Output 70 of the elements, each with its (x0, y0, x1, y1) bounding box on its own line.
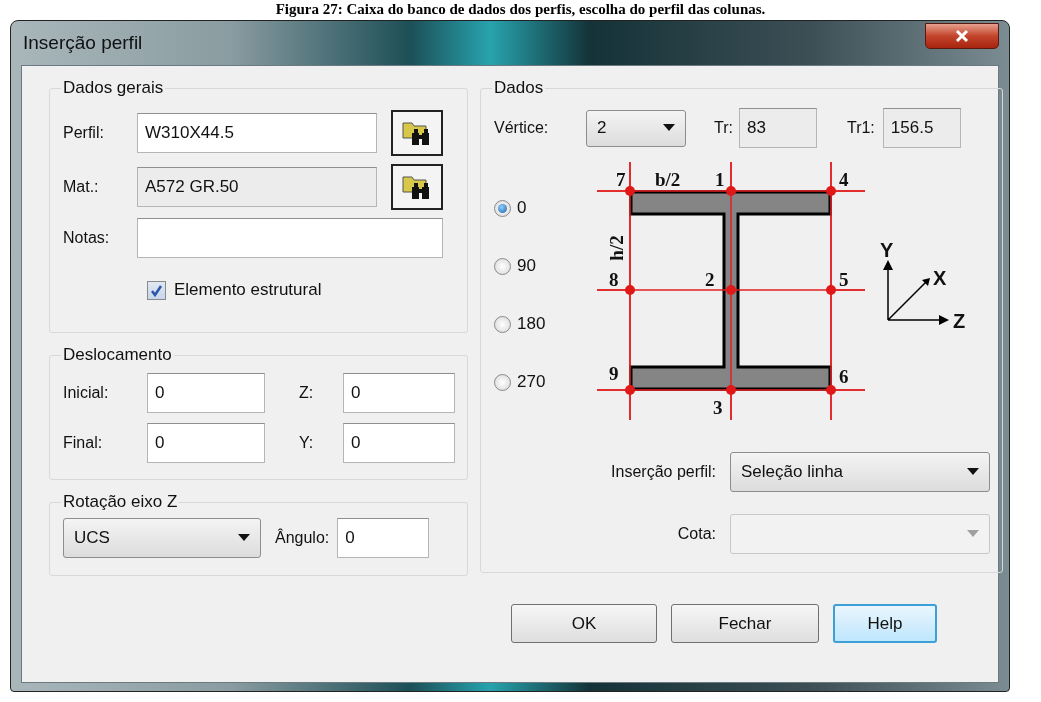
text-field[interactable]: 0 (343, 373, 455, 413)
field-label: Vértice: (494, 119, 550, 137)
text-field[interactable]: W310X44.5 (137, 113, 377, 153)
checkbox[interactable] (147, 280, 166, 300)
dropdown-arrow-icon (967, 468, 979, 476)
diagram-label: 8 (609, 269, 619, 290)
field-label: Y: (298, 434, 315, 452)
radio-option[interactable]: 180 (494, 314, 599, 334)
diagram-label: 4 (839, 169, 849, 190)
folder-binoculars-icon (402, 173, 432, 201)
field-label: Inserção perfil: (610, 463, 717, 481)
group-title: Deslocamento (62, 345, 173, 365)
axes-drawing (883, 260, 949, 325)
dialog-button[interactable]: OK (511, 604, 657, 643)
group-title: Dados (493, 78, 545, 98)
diagram-label: 6 (839, 366, 849, 387)
radio-button[interactable] (494, 199, 511, 217)
radio-button[interactable] (494, 373, 511, 391)
window-title: Inserção perfil (22, 32, 143, 54)
close-icon (955, 29, 969, 43)
close-button[interactable] (925, 23, 999, 49)
text-field[interactable]: 0 (147, 373, 265, 413)
field-label: Z: (298, 384, 315, 402)
dropdown-arrow-icon (238, 534, 250, 542)
dialog-button[interactable]: Help (833, 604, 937, 643)
dialog-button[interactable]: Fechar (671, 604, 819, 643)
field-label: Notas: (63, 229, 111, 247)
axis-label: Y (880, 239, 894, 261)
checkbox-label: Elemento estrutural (174, 280, 322, 300)
diagram-label: 5 (839, 269, 849, 290)
group-title: Rotação eixo Z (62, 492, 179, 512)
diagram-label: b/2 (655, 169, 681, 190)
dropdown-arrow-icon (967, 530, 979, 538)
field-label: Inicial: (63, 384, 110, 402)
diagram-label: 1 (715, 169, 725, 190)
field-label: Tr1: (846, 119, 875, 137)
field-label: Perfil: (63, 124, 105, 142)
text-field[interactable]: 0 (343, 423, 455, 463)
field-label: Mat.: (63, 178, 100, 196)
text-field[interactable]: 83 (738, 108, 817, 148)
dropdown[interactable]: Seleção linha (730, 452, 990, 492)
axis-label: Z (953, 310, 966, 332)
radio-option[interactable]: 0 (494, 198, 599, 218)
text-field[interactable] (137, 218, 443, 258)
dropdown[interactable]: 2 (586, 109, 686, 147)
dropdown[interactable]: UCS (63, 518, 261, 558)
dropdown-arrow-icon (663, 124, 675, 132)
diagram-label: 9 (609, 363, 619, 384)
diagram-label: 7 (616, 169, 626, 190)
text-field[interactable]: 0 (147, 423, 265, 463)
text-field[interactable]: 0 (337, 518, 430, 558)
radio-option[interactable]: 90 (494, 256, 599, 276)
field-label: Cota: (676, 525, 717, 543)
field-label: Final: (63, 434, 104, 452)
folder-binoculars-icon (402, 119, 432, 147)
browse-button[interactable] (391, 110, 443, 156)
group-title: Dados gerais (62, 78, 165, 98)
browse-button[interactable] (391, 164, 443, 210)
radio-button[interactable] (494, 315, 511, 333)
text-field[interactable]: A572 GR.50 (137, 167, 377, 207)
radio-option[interactable]: 270 (494, 372, 599, 392)
diagram-label: h/2 (606, 235, 627, 261)
text-field[interactable]: 156.5 (882, 108, 961, 148)
figure-caption: Figura 27: Caixa do banco de dados dos perfis, escolha do perfil das colunas. (274, 0, 767, 19)
diagram-label: 2 (705, 269, 715, 290)
field-label: Ângulo: (275, 529, 330, 547)
radio-button[interactable] (494, 257, 511, 275)
axis-label: X (933, 267, 947, 289)
diagram-label: 3 (713, 397, 723, 418)
field-label: Tr: (714, 119, 733, 137)
